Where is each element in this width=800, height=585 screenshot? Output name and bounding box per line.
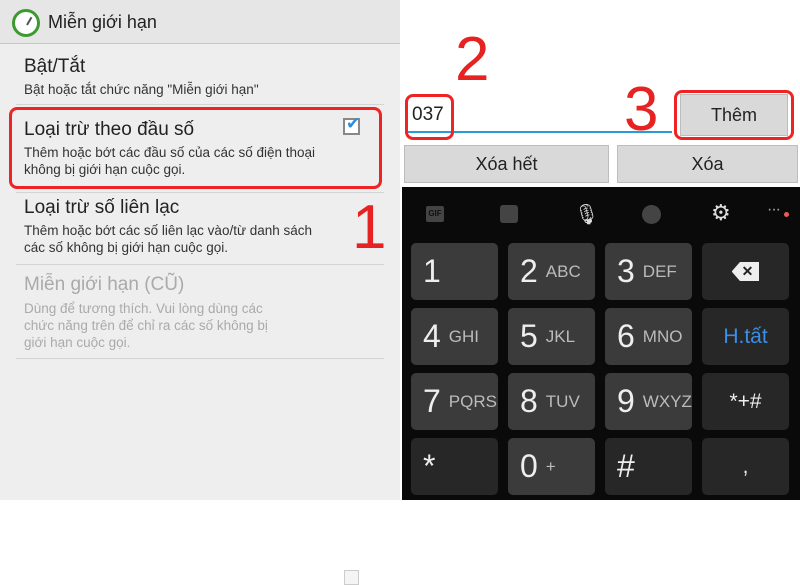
gif-icon[interactable]: GIF: [426, 206, 444, 222]
setting-legacy: Miễn giới hạn (CŨ) Dùng để tương thích. …: [0, 266, 400, 585]
app-logo-icon: [12, 9, 40, 37]
key-letters: PQRS: [448, 391, 497, 411]
divider: [16, 192, 384, 193]
key-digit: H.tất: [723, 324, 768, 348]
setting-desc: giới hạn cuộc gọi.: [24, 335, 131, 350]
settings-panel: Miễn giới hạn Bật/Tắt Bật hoặc tắt chức …: [0, 0, 400, 585]
numeric-keyboard: GIF 🎙︎ ⚙ ··· 1 2 ABC 3 DEF ✕ 4 GHI 5 JKL 6 MNO H.tất…: [402, 187, 800, 500]
key-digit: 9: [617, 383, 635, 419]
notification-dot: [784, 212, 789, 217]
key-*+#[interactable]: *+#: [702, 373, 789, 430]
app-title: Miễn giới hạn: [48, 12, 157, 32]
setting-title: Bật/Tắt: [24, 56, 86, 77]
key-9[interactable]: 9 WXYZ: [605, 373, 692, 430]
setting-title: Loại trừ số liên lạc: [24, 197, 180, 218]
key-digit: 8: [520, 383, 538, 419]
key-letters: WXYZ: [642, 391, 692, 411]
key-digit: 7: [423, 383, 441, 419]
key-digit: 5: [520, 318, 538, 354]
key-digit: ,: [742, 454, 749, 478]
setting-desc: chức năng trên để chỉ ra các số không bị: [24, 318, 268, 333]
key-letters: TUV: [545, 391, 580, 411]
key-digit: *+#: [729, 389, 762, 413]
highlight-box: [674, 90, 794, 140]
delete-button[interactable]: Xóa: [617, 145, 798, 183]
key-digit: 3: [617, 253, 635, 289]
setting-desc: Thêm hoặc bớt các số liên lạc vào/từ dan…: [24, 223, 313, 238]
clear-all-button[interactable]: Xóa hết: [404, 145, 609, 183]
backspace-icon: ✕: [731, 262, 760, 281]
key-2[interactable]: 2 ABC: [508, 243, 595, 300]
key-3[interactable]: 3 DEF: [605, 243, 692, 300]
key-letters: MNO: [642, 326, 683, 346]
sticker-icon[interactable]: [500, 205, 518, 223]
key-1[interactable]: 1: [411, 243, 498, 300]
key-6[interactable]: 6 MNO: [605, 308, 692, 365]
key-*[interactable]: *: [411, 438, 498, 495]
more-icon[interactable]: ···: [767, 201, 781, 219]
divider: [16, 264, 384, 265]
key-5[interactable]: 5 JKL: [508, 308, 595, 365]
step-3-label: 3: [624, 75, 659, 144]
gear-icon[interactable]: ⚙: [711, 200, 731, 226]
key-digit: 1: [423, 253, 441, 289]
setting-contact-exclusion[interactable]: Loại trừ số liên lạc Thêm hoặc bớt các s…: [0, 194, 400, 262]
key-letters: ABC: [545, 261, 581, 281]
key-digit: 6: [617, 318, 635, 354]
key-digit: 4: [423, 318, 441, 354]
divider: [16, 104, 384, 105]
setting-desc: Dùng để tương thích. Vui lòng dùng các: [24, 301, 263, 316]
highlight-box: [9, 107, 382, 189]
step-1-label: 1: [352, 193, 387, 262]
setting-desc: các số không bị giới hạn cuộc gọi.: [24, 240, 228, 255]
key-letters: +: [545, 456, 556, 476]
highlight-box: [405, 94, 454, 140]
key-digit: *: [423, 448, 436, 484]
setting-title: Miễn giới hạn (CŨ): [24, 274, 185, 295]
key-digit: 0: [520, 448, 538, 484]
key-0[interactable]: 0 +: [508, 438, 595, 495]
key-letters: DEF: [642, 261, 677, 281]
key-#[interactable]: #: [605, 438, 692, 495]
key-4[interactable]: 4 GHI: [411, 308, 498, 365]
setting-toggle[interactable]: Bật/Tắt Bật hoặc tắt chức năng "Miễn giớ…: [0, 50, 400, 135]
key-7[interactable]: 7 PQRS: [411, 373, 498, 430]
key-8[interactable]: 8 TUV: [508, 373, 595, 430]
key-done[interactable]: H.tất: [702, 308, 789, 365]
key-digit: 2: [520, 253, 538, 289]
key-letters: GHI: [448, 326, 480, 346]
emoji-icon[interactable]: [642, 205, 661, 224]
legacy-checkbox: [344, 570, 359, 585]
setting-desc: Bật hoặc tắt chức năng "Miễn giới hạn": [24, 82, 259, 97]
mic-icon[interactable]: 🎙︎: [574, 202, 599, 227]
key-backspace[interactable]: ✕: [702, 243, 789, 300]
title-bar: Miễn giới hạn: [0, 0, 400, 44]
divider: [16, 358, 384, 359]
key-letters: JKL: [545, 326, 576, 346]
key-,[interactable]: ,: [702, 438, 789, 495]
key-digit: #: [617, 448, 635, 484]
step-2-label: 2: [455, 25, 490, 94]
